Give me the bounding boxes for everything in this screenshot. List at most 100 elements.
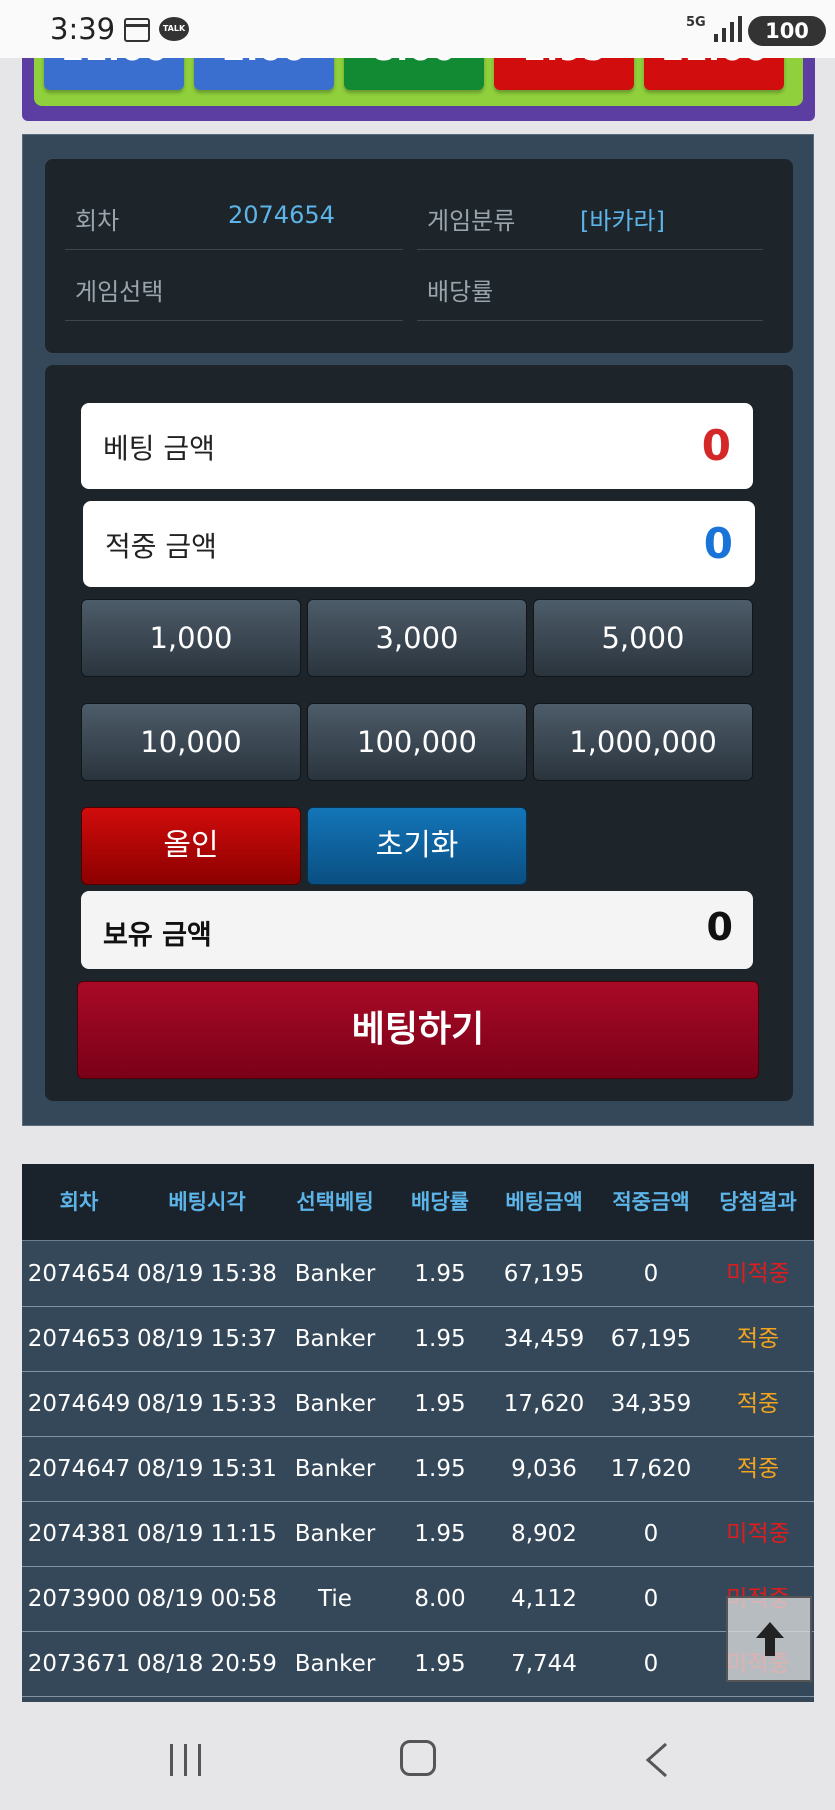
cell-round: 2074649 bbox=[27, 1391, 131, 1417]
cell-result: 적중 bbox=[736, 1326, 780, 1352]
column-header-odds: 배당률 bbox=[411, 1190, 469, 1214]
bet-amount-field: 베팅 금액 0 bbox=[81, 403, 753, 489]
cell-result: 적중 bbox=[736, 1391, 780, 1417]
cell-odds: 1.95 bbox=[414, 1261, 466, 1287]
category-value: [바카라] bbox=[580, 207, 665, 235]
win-amount-field: 적중 금액 0 bbox=[83, 501, 755, 587]
all-in-button[interactable]: 올인 bbox=[81, 807, 301, 885]
bet-amount-value: 0 bbox=[701, 421, 731, 470]
battery-icon: 100 bbox=[748, 16, 826, 46]
column-header-result: 당첨결과 bbox=[719, 1190, 797, 1214]
table-row: 207367108/18 20:59Banker1.957,7440미적중 bbox=[22, 1632, 814, 1697]
round-value: 2074654 bbox=[228, 201, 335, 229]
android-nav-bar bbox=[0, 1704, 835, 1810]
bet-form: 베팅 금액 0 적중 금액 0 1,000 3,000 5,000 10,000… bbox=[45, 365, 793, 1101]
cell-round: 2074653 bbox=[27, 1326, 131, 1352]
cell-pick: Banker bbox=[294, 1391, 376, 1417]
bet-history-table: 회차 베팅시각 선택베팅 배당률 베팅금액 적중금액 당첨결과 2074654 0… bbox=[22, 1164, 814, 1702]
holding-amount-value: 0 bbox=[706, 905, 733, 949]
cell-result: 미적중 bbox=[726, 1261, 790, 1287]
cell-result: 적중 bbox=[736, 1456, 780, 1482]
cell-bet-amount: 9,036 bbox=[511, 1456, 577, 1482]
cell-round: 2074381 bbox=[27, 1521, 131, 1547]
status-bar: 3:39 TALK 5G 100 bbox=[0, 0, 835, 58]
back-icon[interactable] bbox=[642, 1742, 672, 1778]
signal-icon bbox=[714, 16, 742, 42]
chip-100000-button[interactable]: 100,000 bbox=[307, 703, 527, 781]
selection-info: 게임선택 bbox=[65, 250, 403, 321]
chip-1000-button[interactable]: 1,000 bbox=[81, 599, 301, 677]
odds-label: 배당률 bbox=[427, 278, 494, 306]
cell-odds: 1.95 bbox=[414, 1651, 466, 1677]
column-header-win-amount: 적중금액 bbox=[612, 1190, 690, 1214]
cell-round: 2074647 bbox=[27, 1456, 131, 1482]
column-header-pick: 선택베팅 bbox=[296, 1190, 374, 1214]
cell-bet-time: 08/19 11:15 bbox=[137, 1521, 277, 1547]
chip-10000-button[interactable]: 10,000 bbox=[81, 703, 301, 781]
win-amount-label: 적중 금액 bbox=[105, 530, 217, 563]
cell-win-amount: 0 bbox=[643, 1651, 659, 1677]
cell-win-amount: 0 bbox=[643, 1586, 659, 1612]
cell-win-amount: 0 bbox=[643, 1261, 659, 1287]
recent-apps-icon[interactable] bbox=[168, 1744, 204, 1776]
cell-win-amount: 17,620 bbox=[610, 1456, 692, 1482]
cell-bet-amount: 8,902 bbox=[511, 1521, 577, 1547]
chip-3000-button[interactable]: 3,000 bbox=[307, 599, 527, 677]
kakaotalk-icon: TALK bbox=[159, 17, 189, 41]
cell-bet-time: 08/19 15:38 bbox=[137, 1261, 277, 1287]
table-row: 2074654 08/19 15:38 Banker 1.95 67,195 0 미적중 bbox=[22, 1242, 814, 1307]
cell-pick: Banker bbox=[294, 1326, 376, 1352]
arrow-up-icon bbox=[756, 1622, 784, 1656]
table-row: 2074649 08/19 15:33 Banker 1.95 17,620 34,359… bbox=[22, 1372, 814, 1437]
cell-odds: 1.95 bbox=[414, 1391, 466, 1417]
place-bet-button[interactable]: 베팅하기 bbox=[77, 981, 759, 1079]
cell-bet-amount: 17,620 bbox=[503, 1391, 585, 1417]
chip-5000-button[interactable]: 5,000 bbox=[533, 599, 753, 677]
cell-pick: Banker bbox=[294, 1521, 376, 1547]
table-row: 2074653 08/19 15:37 Banker 1.95 34,459 67,195… bbox=[22, 1307, 814, 1372]
cell-bet-amount: 4,112 bbox=[511, 1586, 577, 1612]
betting-panel: 회차 2074654 게임분류 [바카라] 게임선택 배당률 베팅 금액 0 적… bbox=[22, 134, 814, 1126]
network-type-label: 5G bbox=[686, 15, 706, 30]
reset-button[interactable]: 초기화 bbox=[307, 807, 527, 885]
chip-1000000-button[interactable]: 1,000,000 bbox=[533, 703, 753, 781]
table-row: 2074647 08/19 15:31 Banker 1.95 9,036 17,620 적… bbox=[22, 1437, 814, 1502]
cell-bet-amount: 67,195 bbox=[503, 1261, 585, 1287]
status-time: 3:39 bbox=[50, 12, 116, 46]
cell-odds: 8.00 bbox=[414, 1586, 466, 1612]
cell-round: 2073671 bbox=[27, 1651, 131, 1677]
cell-bet-time: 08/19 15:31 bbox=[137, 1456, 277, 1482]
category-label: 게임분류 bbox=[427, 207, 516, 235]
cell-round: 2073900 bbox=[27, 1586, 131, 1612]
selection-label: 게임선택 bbox=[75, 278, 164, 306]
cell-bet-amount: 34,459 bbox=[503, 1326, 585, 1352]
cell-win-amount: 34,359 bbox=[610, 1391, 692, 1417]
win-amount-value: 0 bbox=[703, 519, 733, 568]
round-label: 회차 bbox=[75, 207, 120, 235]
home-icon[interactable] bbox=[400, 1740, 436, 1776]
cell-odds: 1.95 bbox=[414, 1326, 466, 1352]
table-row: 207390008/19 00:58Tie8.004,1120미적중 bbox=[22, 1567, 814, 1632]
cell-bet-amount: 7,744 bbox=[511, 1651, 577, 1677]
cell-bet-time: 08/18 20:59 bbox=[137, 1651, 277, 1677]
holding-amount-field: 보유 금액 0 bbox=[81, 891, 753, 969]
cell-round: 2074654 bbox=[27, 1261, 131, 1287]
cell-bet-time: 08/19 15:33 bbox=[137, 1391, 277, 1417]
cell-bet-time: 08/19 00:58 bbox=[137, 1586, 277, 1612]
column-header-bet-time: 베팅시각 bbox=[168, 1190, 246, 1214]
cell-win-amount: 67,195 bbox=[610, 1326, 692, 1352]
column-header-round: 회차 bbox=[59, 1190, 99, 1214]
scroll-to-top-button[interactable] bbox=[726, 1596, 812, 1682]
cell-pick: Banker bbox=[294, 1261, 376, 1287]
calendar-icon bbox=[124, 18, 150, 42]
cell-pick: Banker bbox=[294, 1456, 376, 1482]
category-info: 게임분류 [바카라] bbox=[417, 179, 763, 250]
game-info-box: 회차 2074654 게임분류 [바카라] 게임선택 배당률 bbox=[45, 159, 793, 353]
cell-bet-time: 08/19 15:37 bbox=[137, 1326, 277, 1352]
bet-amount-label: 베팅 금액 bbox=[103, 432, 215, 465]
cell-odds: 1.95 bbox=[414, 1521, 466, 1547]
table-row: 2074381 08/19 11:15 Banker 1.95 8,902 0 미적중 bbox=[22, 1502, 814, 1567]
column-header-bet-amount: 베팅금액 bbox=[505, 1190, 583, 1214]
cell-result: 미적중 bbox=[726, 1521, 790, 1547]
cell-pick: Banker bbox=[294, 1651, 376, 1677]
